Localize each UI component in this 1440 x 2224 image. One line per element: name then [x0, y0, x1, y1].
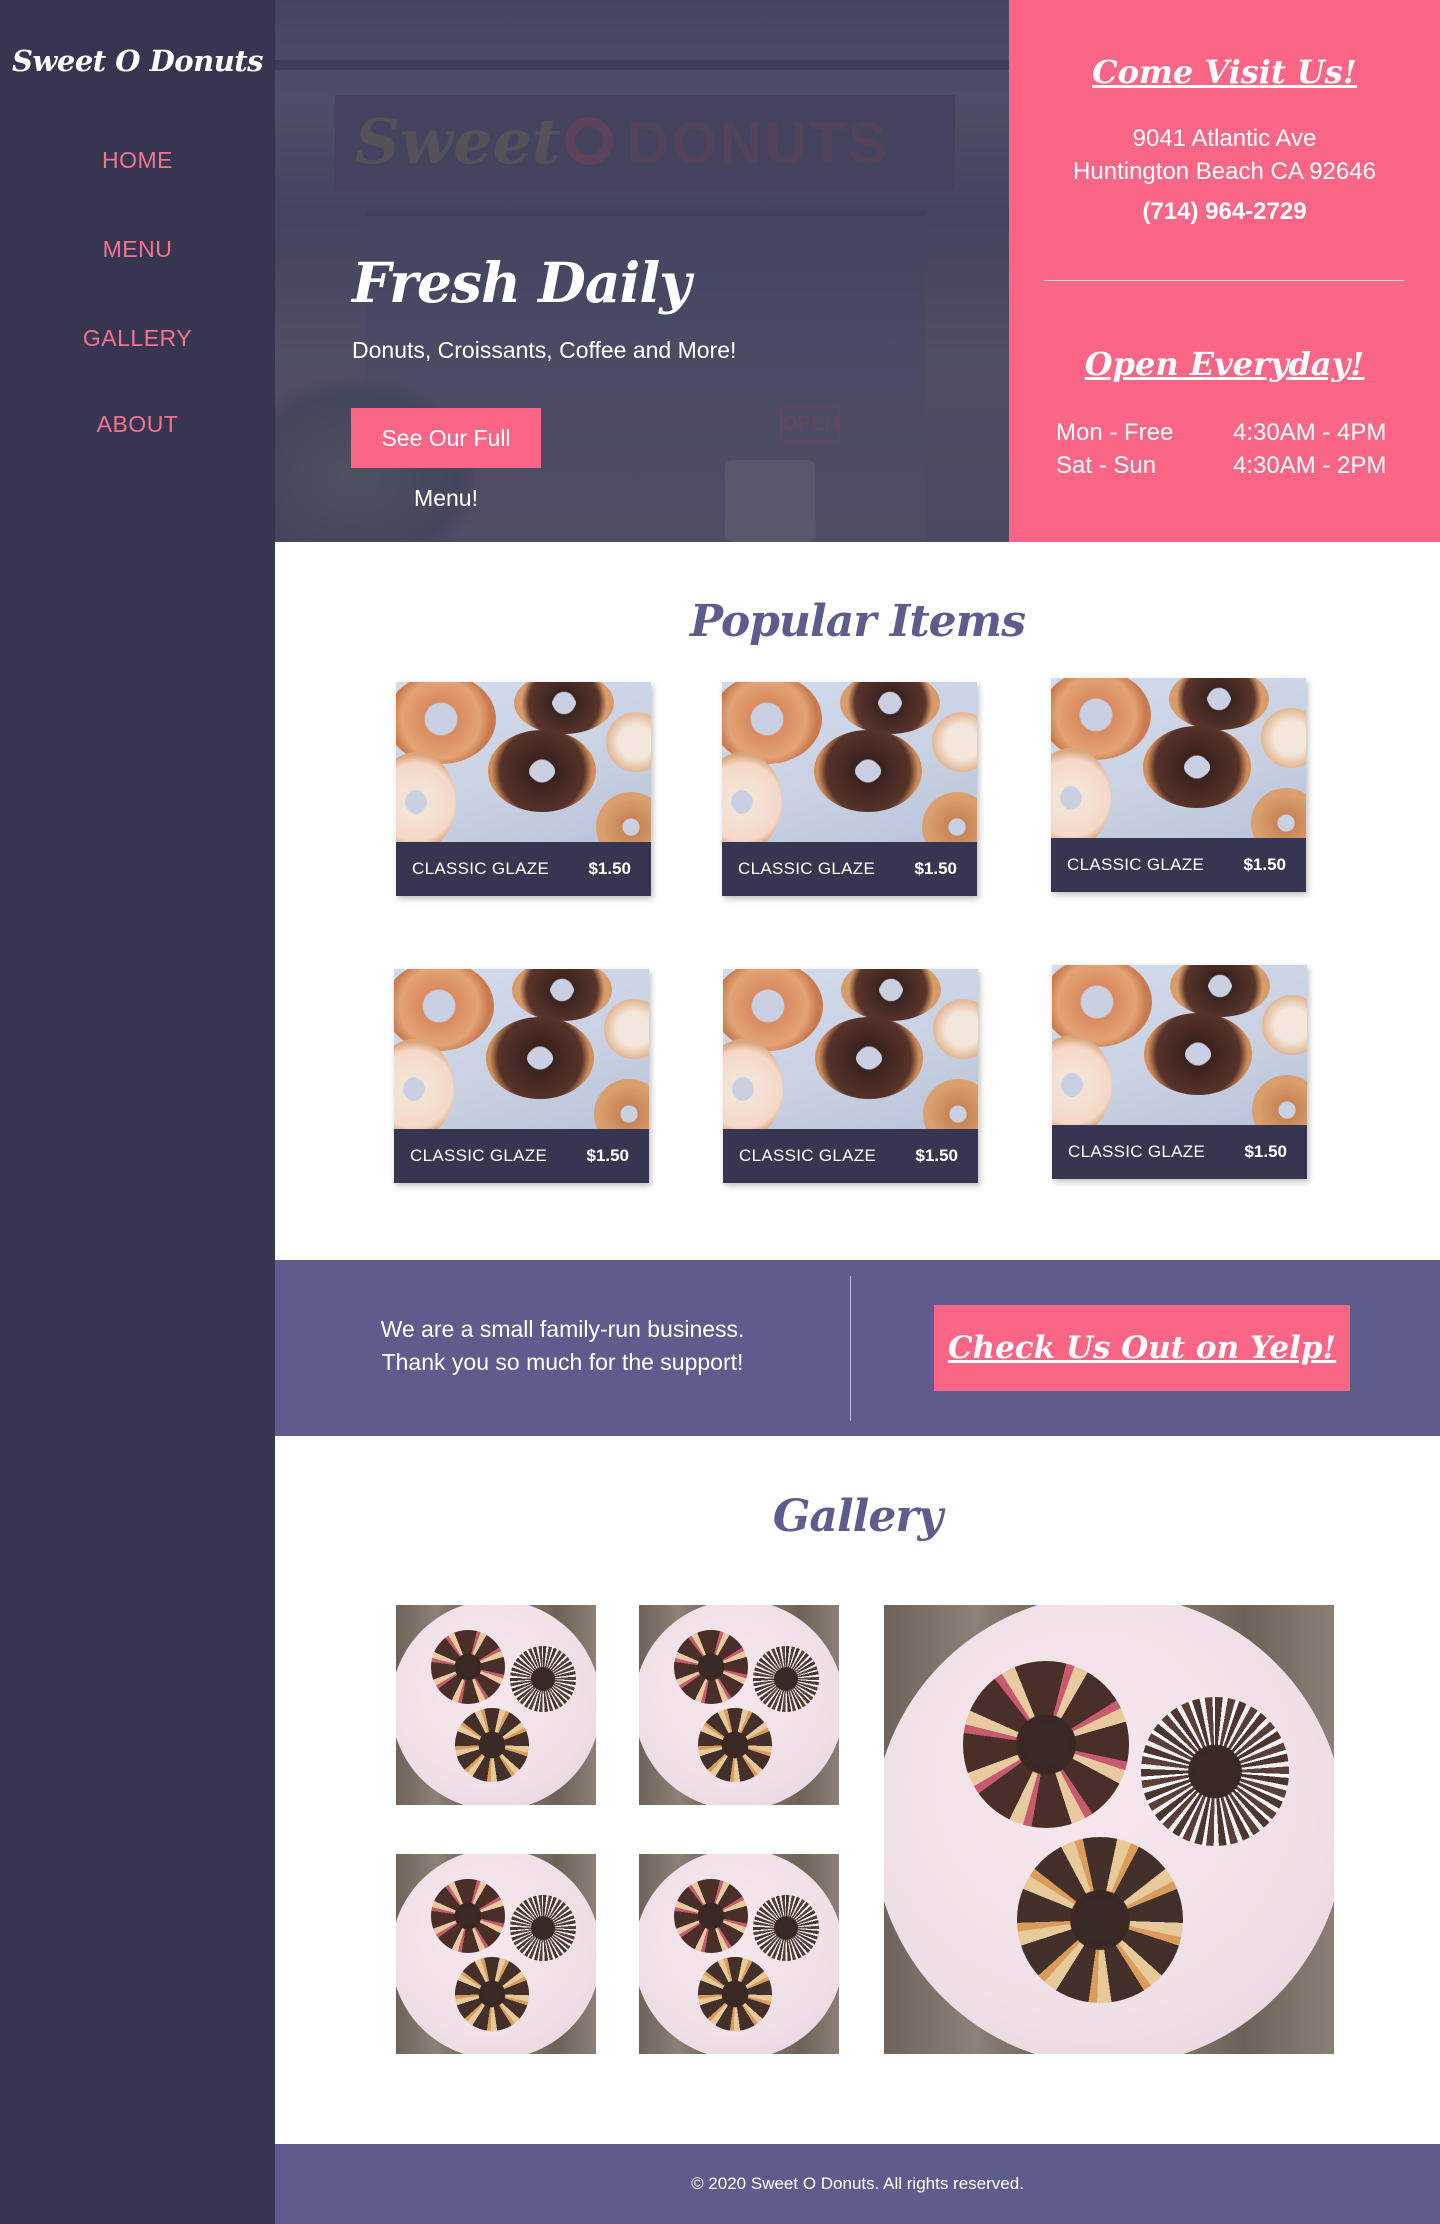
card-caption: CLASSIC GLAZE $1.50 — [1052, 1125, 1307, 1179]
gallery-photo[interactable] — [639, 1854, 839, 2054]
popular-item-card[interactable]: CLASSIC GLAZE $1.50 — [1051, 678, 1306, 892]
item-name: CLASSIC GLAZE — [738, 859, 876, 878]
donut-photo — [723, 969, 978, 1129]
item-price: $1.50 — [914, 859, 957, 878]
info-divider — [1044, 280, 1404, 281]
popular-item-card[interactable]: CLASSIC GLAZE $1.50 — [396, 682, 651, 896]
item-price: $1.50 — [586, 1146, 629, 1165]
nav-menu[interactable]: MENU — [0, 236, 275, 263]
visit-heading: Come Visit Us! — [1092, 53, 1357, 91]
item-name: CLASSIC GLAZE — [1068, 1142, 1206, 1161]
banner-line1: We are a small family-run business. — [380, 1316, 745, 1342]
gallery-photo[interactable] — [396, 1854, 596, 2054]
brand-logo[interactable]: Sweet O Donuts — [0, 44, 275, 78]
donut-image — [753, 1895, 819, 1961]
donut-image — [674, 1630, 748, 1704]
donut-image — [431, 1879, 505, 1953]
sidebar: Sweet O Donuts HOME MENU GALLERY ABOUT — [0, 0, 275, 2224]
donut-image — [753, 1646, 819, 1712]
item-name: CLASSIC GLAZE — [739, 1146, 877, 1165]
card-caption: CLASSIC GLAZE $1.50 — [394, 1129, 649, 1183]
donut-image — [510, 1646, 576, 1712]
item-price: $1.50 — [1243, 855, 1286, 874]
nav-about[interactable]: ABOUT — [0, 411, 275, 438]
hours-heading: Open Everyday! — [1084, 345, 1365, 383]
item-price: $1.50 — [1244, 1142, 1287, 1161]
item-name: CLASSIC GLAZE — [1067, 855, 1205, 874]
nav-home[interactable]: HOME — [0, 147, 275, 174]
address-line2: Huntington Beach CA 92646 — [1073, 158, 1376, 185]
donut-image — [510, 1895, 576, 1961]
donut-image — [1140, 1697, 1289, 1846]
item-name: CLASSIC GLAZE — [410, 1146, 548, 1165]
hours-day: Sat - Sun — [1056, 452, 1157, 479]
yelp-button[interactable]: Check Us Out on Yelp! — [934, 1305, 1350, 1391]
donut-image — [431, 1630, 505, 1704]
hours-time: 4:30AM - 2PM — [1233, 452, 1387, 479]
card-caption: CLASSIC GLAZE $1.50 — [1051, 838, 1306, 892]
footer: © 2020 Sweet O Donuts. All rights reserv… — [275, 2144, 1440, 2224]
popular-item-card[interactable]: CLASSIC GLAZE $1.50 — [1052, 965, 1307, 1179]
card-caption: CLASSIC GLAZE $1.50 — [396, 842, 651, 896]
hero-title: Fresh Daily — [352, 250, 691, 315]
gallery-title: Gallery — [772, 1491, 943, 1542]
item-name: CLASSIC GLAZE — [412, 859, 550, 878]
banner-line2: Thank you so much for the support! — [381, 1349, 744, 1375]
card-caption: CLASSIC GLAZE $1.50 — [722, 842, 977, 896]
gallery-photo[interactable] — [884, 1605, 1334, 2054]
banner-divider — [850, 1276, 851, 1421]
donut-photo — [1052, 965, 1307, 1125]
hero-subtitle: Donuts, Croissants, Coffee and More! — [352, 337, 737, 363]
item-price: $1.50 — [915, 1146, 958, 1165]
gallery-photo[interactable] — [639, 1605, 839, 1805]
donut-photo — [396, 682, 651, 842]
address-line1: 9041 Atlantic Ave — [1132, 125, 1317, 152]
popular-title: Popular Items — [690, 596, 1026, 647]
donut-image — [698, 1708, 772, 1782]
support-banner: We are a small family-run business. Than… — [275, 1260, 1440, 1436]
donut-image — [455, 1957, 529, 2031]
item-price: $1.50 — [588, 859, 631, 878]
donut-photo — [1051, 678, 1306, 838]
donut-photo — [722, 682, 977, 842]
donut-image — [962, 1661, 1130, 1828]
donut-photo — [394, 969, 649, 1129]
nav-gallery[interactable]: GALLERY — [0, 325, 275, 352]
popular-item-card[interactable]: CLASSIC GLAZE $1.50 — [394, 969, 649, 1183]
donut-image — [674, 1879, 748, 1953]
phone-number[interactable]: (714) 964-2729 — [1009, 198, 1440, 226]
card-caption: CLASSIC GLAZE $1.50 — [723, 1129, 978, 1183]
popular-item-card[interactable]: CLASSIC GLAZE $1.50 — [723, 969, 978, 1183]
hours-day: Mon - Free — [1056, 419, 1174, 446]
donut-image — [1016, 1836, 1184, 2004]
full-menu-button[interactable]: See Our Full Menu! — [351, 408, 541, 511]
hours-time: 4:30AM - 4PM — [1233, 419, 1387, 446]
donut-image — [698, 1957, 772, 2031]
donut-image — [455, 1708, 529, 1782]
popular-item-card[interactable]: CLASSIC GLAZE $1.50 — [722, 682, 977, 896]
gallery-photo[interactable] — [396, 1605, 596, 1805]
info-panel: Come Visit Us! 9041 Atlantic Ave Hunting… — [1009, 0, 1440, 542]
hero-section: Sweet DONUTS OPEN Fresh Daily Donuts, Cr… — [275, 0, 1009, 542]
